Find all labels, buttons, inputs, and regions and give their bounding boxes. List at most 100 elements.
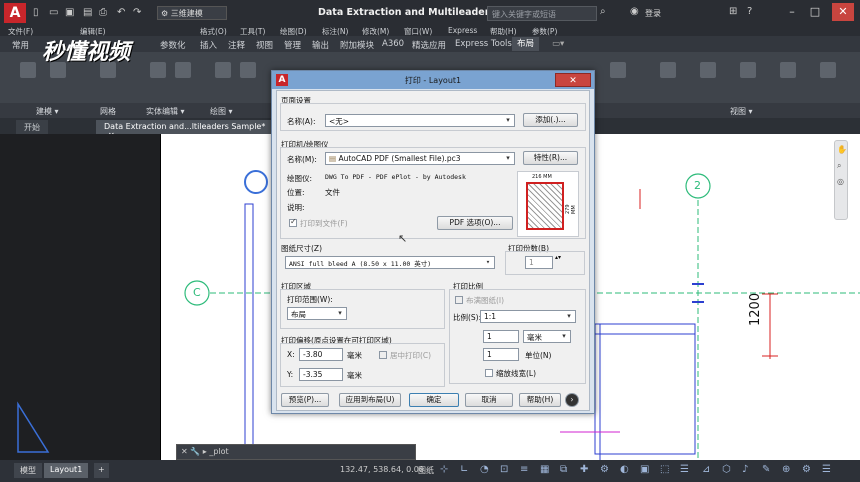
orbit-icon[interactable]: ◎ [837,177,844,186]
ortho-icon[interactable]: ∟ [460,464,468,475]
box-icon[interactable] [20,62,36,78]
lock-ui-icon[interactable]: ⊕ [782,464,790,475]
plot-range-select[interactable]: 布局 ▾ [287,307,347,320]
printer-properties-button[interactable]: 特性(R)... [523,151,578,165]
menu-icon[interactable]: ☰ [822,464,831,475]
tab-layout1[interactable]: Layout1 [44,463,89,478]
tab-featured-apps[interactable]: 精选应用 [412,39,446,51]
paper-space-toggle[interactable]: 图纸 [418,465,434,476]
expand-options-button[interactable]: › [565,393,579,407]
dialog-close-button[interactable]: ✕ [555,73,591,87]
annotation-icon[interactable]: ✚ [580,464,588,475]
panel-solid-editing[interactable]: 实体编辑 ▾ [146,106,185,117]
scale-paper-units-input[interactable]: 1 [483,330,519,343]
spinner-icon[interactable]: ▴▾ [555,254,561,261]
group-icon[interactable] [660,62,676,78]
tab-home[interactable]: 常用 [12,39,29,51]
binoculars-icon[interactable]: ⌕ [600,6,606,17]
workspace-select[interactable]: ⚙ 三维建模 [157,6,227,20]
help-button[interactable]: 帮助(H) [519,393,561,407]
save-icon[interactable]: ▣ [65,7,74,18]
snap-icon[interactable]: ⊹ [440,464,448,475]
union-icon[interactable] [150,62,166,78]
menu-express[interactable]: Express [448,26,477,35]
maximize-button[interactable]: □ [804,3,826,21]
line-icon[interactable] [215,62,231,78]
tab-output[interactable]: 输出 [312,39,329,51]
user-icon[interactable]: ◉ [630,6,639,17]
command-line[interactable]: ✕ 🔧 ▸ _plot [176,444,416,460]
polar-icon[interactable]: ◔ [480,464,489,475]
copies-input[interactable]: 1 [525,256,553,269]
units-icon[interactable]: ♪ [742,464,748,475]
scale-units-select[interactable]: 毫米 ▾ [523,330,571,343]
scale-lineweights-checkbox[interactable] [485,369,493,377]
panel-draw[interactable]: 绘图 ▾ [210,106,233,117]
scale-select[interactable]: 1:1 ▾ [480,310,576,323]
fit-paper-checkbox[interactable] [455,296,463,304]
visual-style-icon[interactable] [740,62,756,78]
subtract-icon[interactable] [175,62,191,78]
help-icon[interactable]: ? [747,6,752,17]
tab-express-tools[interactable]: Express Tools [455,39,512,49]
open-icon[interactable]: ▭ [49,7,58,18]
cube-icon[interactable]: ⬡ [722,464,731,475]
panel-modeling[interactable]: 建模 ▾ [36,106,59,117]
printer-name-select[interactable]: ▤ AutoCAD PDF (Smallest File).pc3 ▾ [325,152,515,165]
isolate-icon[interactable]: ◐ [620,464,629,475]
panel-mesh[interactable]: 网格 [100,106,116,117]
paper-size-select[interactable]: ANSI full bleed A (8.50 x 11.00 英寸) ▾ [285,256,495,269]
undo-icon[interactable]: ↶ [117,7,125,18]
lineweight-icon[interactable]: ≡ [520,464,528,475]
clean-screen-icon[interactable]: ⬚ [660,464,669,475]
cancel-button[interactable]: 取消 [465,393,513,407]
tab-layout[interactable]: 布局 [512,37,540,51]
osnap-icon[interactable]: ⊡ [500,464,508,475]
tab-view[interactable]: 视图 [256,39,273,51]
named-views-icon[interactable] [780,62,796,78]
tab-annotate[interactable]: 注释 [228,39,245,51]
zoom-icon[interactable]: ⌕ [837,161,841,171]
ok-button[interactable]: 确定 [409,393,459,407]
tab-parametric[interactable]: 参数化 [160,39,186,51]
hardware-accel-icon[interactable]: ▣ [640,464,649,475]
close-cmd-icon[interactable]: ✕ [181,447,188,456]
navigation-bar[interactable]: ✋ ⌕ ◎ [834,140,848,220]
tab-start[interactable]: 开始 [16,120,48,134]
search-input[interactable]: 键入关键字或短语 [487,6,597,21]
settings-icon[interactable]: ⚙ [802,464,811,475]
dialog-title-bar[interactable]: A 打印 - Layout1 ✕ [272,71,594,89]
workspace-switch-icon[interactable]: ⚙ [600,464,609,475]
quick-props-icon[interactable]: ✎ [762,464,770,475]
print-to-file-checkbox[interactable] [289,217,297,227]
transparency-icon[interactable]: ▦ [540,464,549,475]
print-icon[interactable]: ⎙ [99,7,107,18]
selection-icon[interactable] [820,62,836,78]
new-icon[interactable]: ▯ [33,7,39,18]
autocad-logo-icon[interactable]: A [4,3,26,23]
offset-y-input[interactable]: -3.35 [299,368,343,381]
pdf-options-button[interactable]: PDF 选项(O)... [437,216,513,230]
tab-a360[interactable]: A360 [382,39,404,49]
tab-manage[interactable]: 管理 [284,39,301,51]
tab-addins[interactable]: 附加模块 [340,39,374,51]
preview-button[interactable]: 预览(P)... [281,393,329,407]
tab-insert[interactable]: 插入 [200,39,217,51]
tab-model[interactable]: 模型 [14,463,42,478]
panel-view[interactable]: 视图 ▾ [730,106,753,117]
tab-drawing[interactable]: Data Extraction and...ltileaders Sample*… [96,120,276,140]
close-window-button[interactable]: ✕ [832,3,854,21]
page-setup-name-select[interactable]: <无> ▾ [325,114,515,127]
save-as-icon[interactable]: ▤ [83,7,92,18]
customize-icon[interactable]: ☰ [680,464,689,475]
cart-icon[interactable]: ⊞ [729,6,737,17]
ucs-icon[interactable]: ⊿ [702,464,710,475]
redo-icon[interactable]: ↷ [133,7,141,18]
selection-cycling-icon[interactable]: ⧉ [560,464,567,475]
center-plot-checkbox[interactable] [379,351,387,359]
polyline-icon[interactable] [240,62,256,78]
scale-drawing-units-input[interactable]: 1 [483,348,519,361]
login-link[interactable]: 登录 [645,8,661,19]
layer-icon[interactable] [610,62,626,78]
ribbon-options-icon[interactable]: ▭▾ [552,39,564,49]
